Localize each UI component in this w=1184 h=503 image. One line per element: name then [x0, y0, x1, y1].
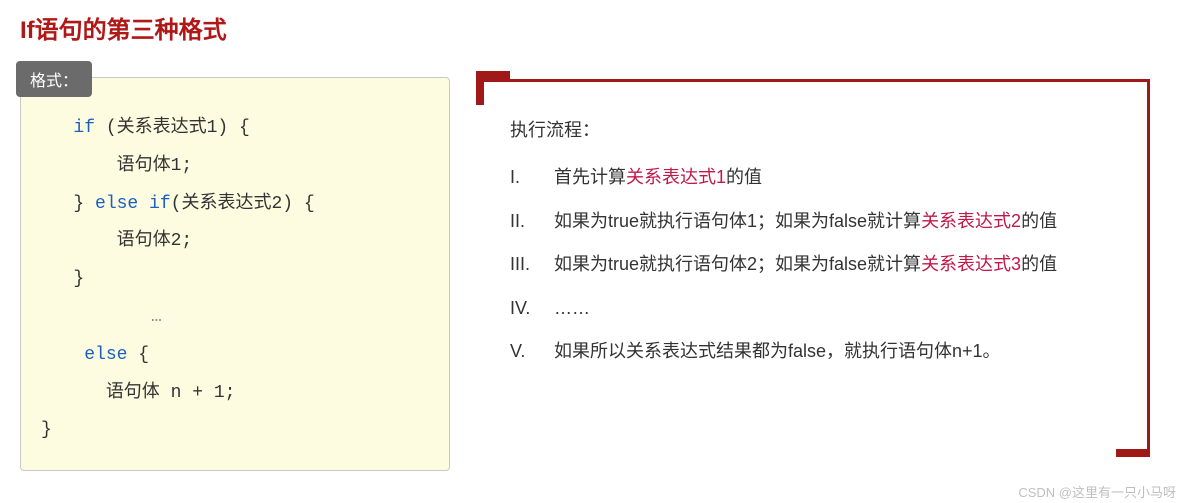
- code-box: if (关系表达式1) { 语句体1; } else if(关系表达式2) { …: [20, 77, 450, 471]
- plain-text: 的值: [726, 167, 762, 187]
- flow-item: II.如果为true就执行语句体1；如果为false就计算关系表达式2的值: [510, 201, 1127, 242]
- roman-numeral: I.: [510, 157, 554, 198]
- format-tag: 格式：: [16, 61, 92, 97]
- highlight-text: 关系表达式2: [921, 211, 1021, 231]
- flow-list: I.首先计算关系表达式1的值II.如果为true就执行语句体1；如果为false…: [510, 157, 1127, 372]
- page-title: If语句的第三种格式: [20, 10, 1164, 45]
- roman-numeral: V.: [510, 331, 554, 372]
- plain-text: 如果为true就执行语句体1；如果为false就计算: [554, 211, 921, 231]
- flow-text: 首先计算关系表达式1的值: [554, 157, 1127, 198]
- code-open1: (关系表达式1) {: [95, 118, 250, 138]
- roman-numeral: II.: [510, 201, 554, 242]
- content-wrap: 格式： if (关系表达式1) { 语句体1; } else if(关系表达式2…: [20, 65, 1164, 471]
- code-close-else: }: [73, 194, 95, 214]
- watermark-text: CSDN @这里有一只小马呀: [1018, 482, 1176, 501]
- highlight-text: 关系表达式3: [921, 254, 1021, 274]
- code-ellipsis: …: [41, 299, 429, 337]
- code-body2: 语句体2;: [117, 231, 193, 251]
- kw-if2: if: [138, 194, 170, 214]
- flow-item: III.如果为true就执行语句体2；如果为false就计算关系表达式3的值: [510, 244, 1127, 285]
- code-open2: (关系表达式2) {: [171, 194, 315, 214]
- plain-text: 的值: [1021, 211, 1057, 231]
- flow-text: ……: [554, 288, 1127, 329]
- code-open3: {: [127, 345, 149, 365]
- plain-text: 首先计算: [554, 167, 626, 187]
- plain-text: 如果所以关系表达式结果都为false，就执行语句体n+1。: [554, 341, 1001, 361]
- flow-text: 如果所以关系表达式结果都为false，就执行语句体n+1。: [554, 331, 1127, 372]
- kw-else: else: [95, 194, 138, 214]
- kw-else2: else: [84, 345, 127, 365]
- code-body1: 语句体1;: [117, 156, 193, 176]
- code-panel: 格式： if (关系表达式1) { 语句体1; } else if(关系表达式2…: [20, 65, 450, 471]
- highlight-text: 关系表达式1: [626, 167, 726, 187]
- plain-text: ……: [554, 298, 590, 318]
- kw-if: if: [73, 118, 95, 138]
- flow-panel: 执行流程： I.首先计算关系表达式1的值II.如果为true就执行语句体1；如果…: [476, 71, 1150, 457]
- plain-text: 的值: [1021, 254, 1057, 274]
- code-close2: }: [73, 269, 84, 289]
- plain-text: 如果为true就执行语句体2；如果为false就计算: [554, 254, 921, 274]
- code-bodyN: 语句体 n + 1;: [106, 383, 236, 403]
- flow-item: I.首先计算关系表达式1的值: [510, 157, 1127, 198]
- code-close3: }: [41, 420, 52, 440]
- flow-text: 如果为true就执行语句体2；如果为false就计算关系表达式3的值: [554, 244, 1127, 285]
- flow-item: IV.……: [510, 288, 1127, 329]
- flow-heading: 执行流程：: [510, 110, 1127, 151]
- flow-item: V.如果所以关系表达式结果都为false，就执行语句体n+1。: [510, 331, 1127, 372]
- flow-box: 执行流程： I.首先计算关系表达式1的值II.如果为true就执行语句体1；如果…: [484, 79, 1150, 449]
- roman-numeral: IV.: [510, 288, 554, 329]
- roman-numeral: III.: [510, 244, 554, 285]
- flow-text: 如果为true就执行语句体1；如果为false就计算关系表达式2的值: [554, 201, 1127, 242]
